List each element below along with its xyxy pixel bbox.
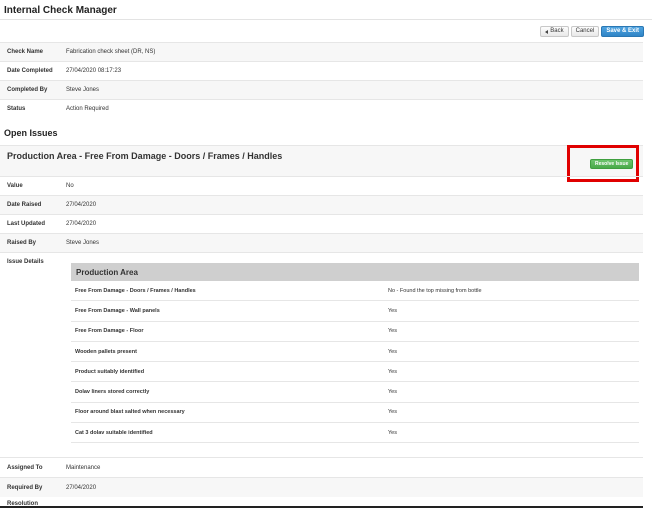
save-exit-button[interactable]: Save & Exit [601,26,644,37]
info-label: Status [7,106,26,112]
back-label: Back [550,28,564,34]
table-row: Floor around blast salted when necessary… [71,403,639,424]
meta-value: Maintenance [66,464,101,471]
meta-label: Value [7,183,23,189]
question-cell: Floor around blast salted when necessary [75,409,185,416]
answer-cell: Yes [388,409,397,416]
arrow-left-icon [545,29,549,34]
meta-value: No [66,183,74,189]
info-value: Action Required [66,106,109,112]
issue-meta-table: Value No Date Raised 27/04/2020 Last Upd… [0,176,643,252]
info-row-completed-by: Completed By Steve Jones [0,80,643,99]
title-divider [0,19,652,20]
table-row: Product suitably identified Yes [71,362,639,383]
meta-row-last-updated: Last Updated 27/04/2020 [0,214,643,233]
back-button[interactable]: Back [540,26,569,37]
answer-cell: Yes [388,429,397,436]
issue-details-label: Issue Details [7,259,44,265]
meta-value: 27/04/2020 [66,484,97,491]
question-cell: Free From Damage - Floor [75,328,144,335]
meta-row-date-raised: Date Raised 27/04/2020 [0,195,643,214]
question-cell: Wooden pallets present [75,348,137,355]
toolbar: Back Cancel Save & Exit [540,26,644,37]
question-cell: Free From Damage - Wall panels [75,307,160,314]
info-value: Steve Jones [66,87,100,93]
meta-row-required-by: Required By 27/04/2020 [0,477,643,497]
info-label: Check Name [7,49,44,55]
info-value: Fabrication check sheet (DR, NS) [66,49,156,55]
issue-footer-table: Assigned To Maintenance Required By 27/0… [0,457,643,497]
info-label: Date Completed [7,68,53,74]
meta-label: Assigned To [7,464,43,471]
issue-title: Production Area - Free From Damage - Doo… [7,151,283,161]
bottom-border [0,506,643,508]
meta-value: 27/04/2020 [66,221,97,227]
table-row: Free From Damage - Wall panels Yes [71,301,639,322]
meta-value: 27/04/2020 [66,202,97,208]
cancel-button[interactable]: Cancel [570,26,600,37]
table-row: Cat 3 dolav suitable identified Yes [71,423,639,444]
answer-cell: Yes [388,348,397,355]
answer-cell: No - Found the top missing from bottle [388,287,482,294]
answer-cell: Yes [388,307,397,314]
meta-label: Raised By [7,240,37,246]
issue-details-table: Production Area Free From Damage - Doors… [71,263,639,444]
resolve-issue-button[interactable]: Resolve Issue [590,159,634,169]
question-cell: Dolav liners stored correctly [75,389,150,396]
question-cell: Product suitably identified [75,368,145,375]
meta-label: Date Raised [7,202,42,208]
table-row: Wooden pallets present Yes [71,342,639,363]
details-divider [0,252,643,253]
table-row: Dolav liners stored correctly Yes [71,382,639,403]
details-table-heading: Production Area [71,263,639,281]
table-row: Free From Damage - Floor Yes [71,322,639,342]
question-cell: Free From Damage - Doors / Frames / Hand… [75,287,196,294]
info-label: Completed By [7,87,48,93]
info-row-status: Status Action Required [0,99,643,118]
meta-label: Last Updated [7,221,46,227]
answer-cell: Yes [388,389,397,396]
answer-cell: Yes [388,368,397,375]
page-title: Internal Check Manager [4,5,117,16]
table-row: Free From Damage - Doors / Frames / Hand… [71,281,639,302]
open-issues-heading: Open Issues [4,128,58,138]
meta-label: Required By [7,484,43,491]
meta-row-value: Value No [0,176,643,195]
issue-header: Production Area - Free From Damage - Doo… [0,145,643,176]
question-cell: Cat 3 dolav suitable identified [75,429,153,436]
answer-cell: Yes [388,328,397,335]
meta-value: Steve Jones [66,240,100,246]
info-value: 27/04/2020 08:17:23 [66,68,122,74]
meta-row-assigned-to: Assigned To Maintenance [0,457,643,477]
meta-row-raised-by: Raised By Steve Jones [0,233,643,252]
info-row-date-completed: Date Completed 27/04/2020 08:17:23 [0,61,643,80]
check-info-table: Check Name Fabrication check sheet (DR, … [0,42,643,118]
info-row-check-name: Check Name Fabrication check sheet (DR, … [0,42,643,61]
